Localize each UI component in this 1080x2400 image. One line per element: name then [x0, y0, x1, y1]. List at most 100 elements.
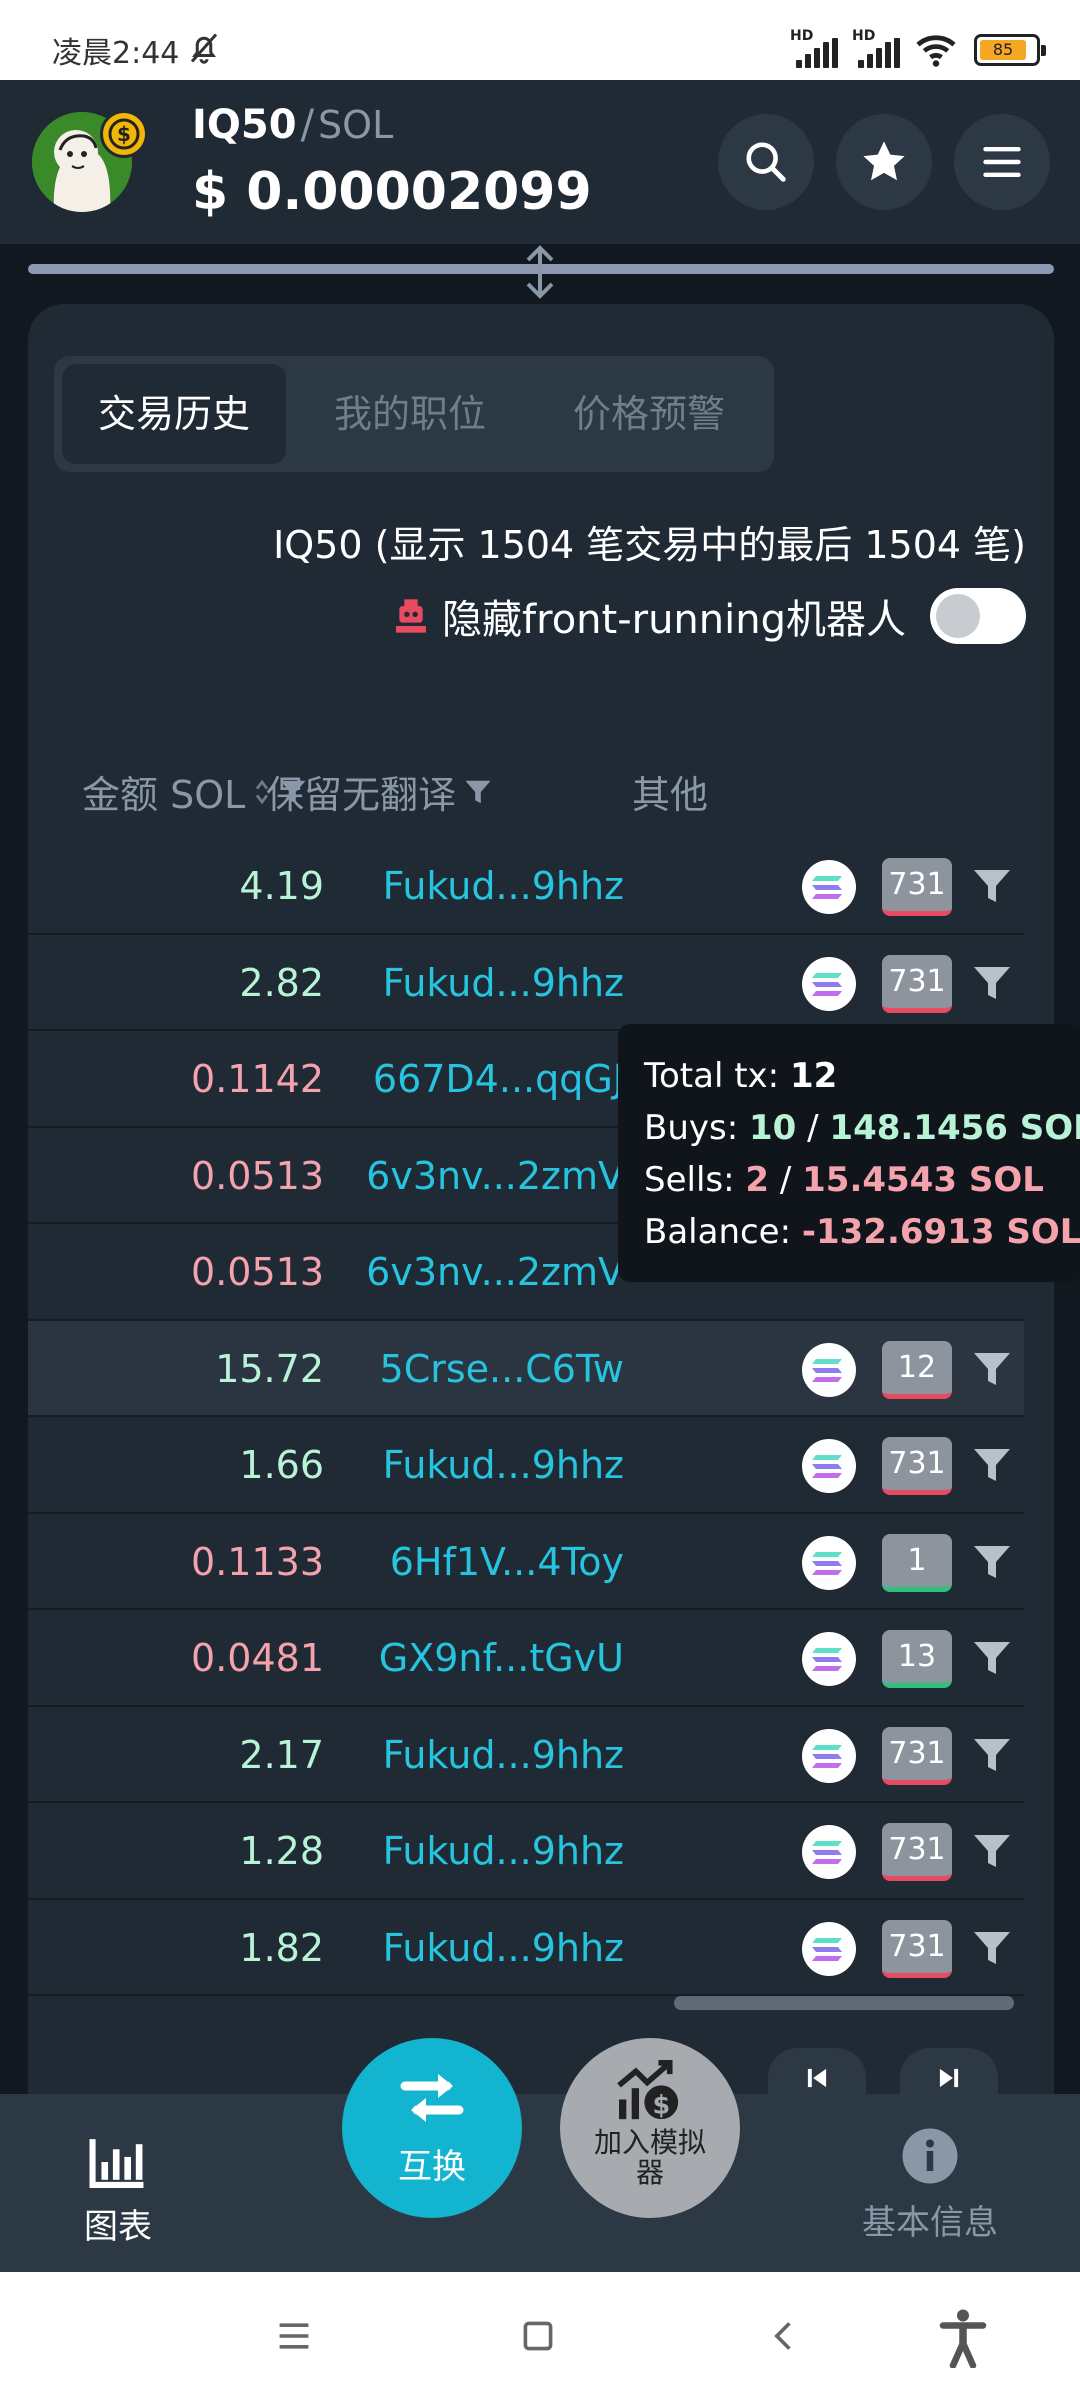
- simulator-button[interactable]: $ 加入模拟器: [560, 2038, 740, 2218]
- solana-icon[interactable]: [802, 1728, 856, 1783]
- table-row[interactable]: 2.17 Fukud...9hhz 731: [28, 1707, 1024, 1803]
- tab-bar: 交易历史 我的职位 价格预警: [54, 356, 774, 472]
- maker-address-link[interactable]: Fukud...9hhz: [383, 1803, 624, 1899]
- bar-chart-icon: [89, 2139, 144, 2188]
- filter-maker-icon[interactable]: [972, 1737, 1012, 1773]
- tooltip-total: Total tx: 12: [644, 1056, 838, 1096]
- back-icon[interactable]: [766, 2318, 802, 2354]
- solana-icon[interactable]: [802, 1439, 856, 1493]
- table-row[interactable]: 1.66 Fukud...9hhz 731: [28, 1417, 1024, 1514]
- trade-amount: 2.82: [239, 960, 324, 1005]
- filter-maker-icon[interactable]: [972, 1833, 1012, 1869]
- bot-filter-label: 隐藏front-running机器人: [442, 597, 906, 643]
- trade-amount: 0.0513: [191, 1153, 324, 1198]
- filter-maker-icon[interactable]: [972, 965, 1012, 1001]
- tx-count-badge[interactable]: 731: [882, 1823, 952, 1881]
- signal-icon-2: HD: [852, 28, 904, 68]
- tab-trade-history[interactable]: 交易历史: [62, 364, 286, 464]
- home-icon[interactable]: [520, 2318, 556, 2354]
- tx-count-badge[interactable]: 731: [882, 1919, 952, 1978]
- solana-icon[interactable]: [802, 1825, 856, 1879]
- solana-icon[interactable]: [802, 860, 856, 914]
- filter-icon[interactable]: [464, 779, 492, 805]
- skip-forward-icon: [939, 2068, 959, 2088]
- maker-address-link[interactable]: 6v3nv...2zmV: [366, 1224, 624, 1320]
- swap-arrows-icon: [400, 2074, 464, 2122]
- horizontal-scrollbar[interactable]: [674, 1996, 1014, 2010]
- maker-address-link[interactable]: Fukud...9hhz: [383, 935, 624, 1031]
- maker-address-link[interactable]: 5Crse...C6Tw: [380, 1321, 624, 1417]
- solana-icon[interactable]: [802, 1921, 856, 1976]
- pair-separator: /: [300, 102, 315, 148]
- search-button[interactable]: [718, 114, 814, 210]
- trade-amount: 15.72: [215, 1346, 324, 1391]
- trades-summary: IQ50 (显示 1504 笔交易中的最后 1504 笔): [273, 523, 1026, 567]
- bot-filter-toggle[interactable]: [930, 588, 1026, 644]
- table-row[interactable]: 0.0481 GX9nf...tGvU 13: [28, 1610, 1024, 1707]
- chart-tab[interactable]: 图表: [68, 2134, 168, 2248]
- other-column-header: 其他: [632, 773, 709, 817]
- table-row[interactable]: 0.1133 6Hf1V...4Toy 1: [28, 1514, 1024, 1610]
- tx-count-badge[interactable]: 12: [882, 1340, 952, 1399]
- trade-amount: 0.0481: [191, 1636, 324, 1680]
- quote-token: SOL: [318, 103, 394, 147]
- tx-count-badge[interactable]: 731: [882, 1726, 952, 1785]
- filter-maker-icon[interactable]: [972, 1930, 1012, 1966]
- table-row[interactable]: 1.82 Fukud...9hhz 731: [28, 1900, 1024, 1996]
- maker-address-link[interactable]: 667D4...qqGJ: [373, 1031, 624, 1127]
- maker-address-link[interactable]: 6Hf1V...4Toy: [390, 1514, 624, 1610]
- maker-address-link[interactable]: GX9nf...tGvU: [379, 1610, 624, 1706]
- tooltip-balance: Balance: -132.6913 SOL: [644, 1212, 1080, 1252]
- tx-count-badge[interactable]: 731: [882, 1437, 952, 1495]
- menu-button[interactable]: [954, 114, 1050, 210]
- recents-icon[interactable]: [276, 2318, 312, 2354]
- bottom-navigation: 图表 基本信息: [0, 2094, 1080, 2272]
- star-icon: [863, 141, 905, 181]
- swap-button[interactable]: 互换: [342, 2038, 522, 2218]
- maker-column-header[interactable]: 保留无翻译: [266, 764, 492, 819]
- app-header: $ IQ50/SOL $ 0.00002099: [0, 80, 1080, 244]
- tx-count-badge[interactable]: 731: [882, 858, 952, 916]
- trade-amount: 0.1142: [191, 1057, 324, 1101]
- trade-amount: 0.0513: [191, 1250, 324, 1294]
- maker-address-link[interactable]: Fukud...9hhz: [383, 838, 624, 934]
- table-row[interactable]: 15.72 5Crse...C6Tw 12: [28, 1320, 1024, 1417]
- maker-address-link[interactable]: Fukud...9hhz: [383, 1900, 624, 1996]
- resize-vertical-icon[interactable]: [520, 244, 560, 300]
- svg-text:$: $: [117, 122, 131, 146]
- wifi-icon: [916, 35, 956, 67]
- table-row[interactable]: 2.82 Fukud...9hhz 731: [28, 935, 1024, 1031]
- tab-price-alerts[interactable]: 价格预警: [536, 364, 762, 464]
- tab-my-positions[interactable]: 我的职位: [298, 364, 522, 464]
- table-row[interactable]: 4.19 Fukud...9hhz 731: [28, 838, 1024, 935]
- filter-maker-icon[interactable]: [972, 1544, 1012, 1580]
- filter-maker-icon[interactable]: [972, 1640, 1012, 1676]
- favorite-button[interactable]: [836, 114, 932, 210]
- info-tab[interactable]: 基本信息: [856, 2126, 1004, 2244]
- chart-tab-label: 图表: [84, 2207, 152, 2247]
- svg-text:$: $: [652, 2090, 670, 2120]
- filter-maker-icon[interactable]: [972, 1351, 1012, 1387]
- filter-maker-icon[interactable]: [972, 868, 1012, 904]
- maker-address-link[interactable]: Fukud...9hhz: [383, 1417, 624, 1513]
- tx-count-badge[interactable]: 731: [882, 954, 952, 1013]
- trader-tooltip: Total tx: 12 Buys: 10 / 148.1456 SOL Sel…: [618, 1024, 1080, 1282]
- maker-address-link[interactable]: 6v3nv...2zmV: [366, 1128, 624, 1224]
- maker-address-link[interactable]: Fukud...9hhz: [383, 1707, 624, 1803]
- simulator-label: 加入模拟器: [593, 2126, 706, 2189]
- tx-count-badge[interactable]: 13: [882, 1630, 952, 1688]
- signal-icon: HD: [790, 28, 842, 68]
- info-tab-label: 基本信息: [862, 2203, 998, 2243]
- accessibility-icon[interactable]: [936, 2308, 990, 2368]
- search-icon: [746, 142, 786, 182]
- tooltip-sells: Sells: 2 / 15.4543 SOL: [644, 1160, 1044, 1200]
- solana-icon[interactable]: [802, 1535, 856, 1590]
- solana-icon[interactable]: [802, 1342, 856, 1397]
- table-row[interactable]: 1.28 Fukud...9hhz 731: [28, 1803, 1024, 1900]
- system-navigation-bar: [0, 2272, 1080, 2400]
- solana-icon[interactable]: [802, 956, 856, 1011]
- tx-count-badge[interactable]: 1: [882, 1533, 952, 1592]
- token-pair: IQ50/SOL: [192, 102, 393, 148]
- solana-icon[interactable]: [802, 1632, 856, 1686]
- filter-maker-icon[interactable]: [972, 1447, 1012, 1483]
